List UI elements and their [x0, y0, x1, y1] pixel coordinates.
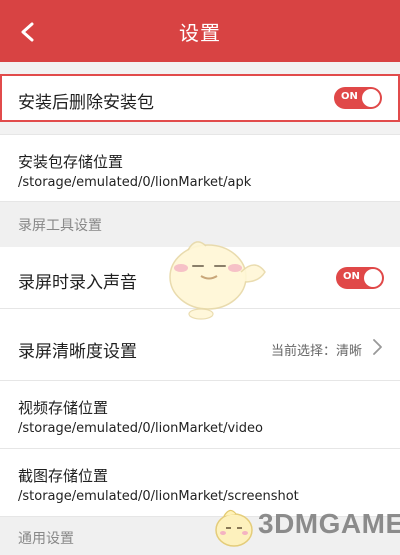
chevron-right-icon: [373, 339, 382, 355]
video-storage-path: /storage/emulated/0/lionMarket/video: [18, 421, 263, 436]
section-title: 录屏工具设置: [18, 218, 102, 234]
apk-storage-label: 安装包存储位置: [18, 153, 124, 171]
delete-after-install-toggle[interactable]: ON: [334, 87, 382, 109]
app-header: 设置: [0, 0, 400, 62]
mascot-overlay-icon: [169, 241, 266, 320]
video-storage-row[interactable]: 视频存储位置 /storage/emulated/0/lionMarket/vi…: [0, 381, 400, 449]
video-storage-label: 视频存储位置: [18, 399, 109, 417]
watermark-text: 3DMGAME: [258, 508, 400, 539]
delete-after-install-label: 安装后删除安装包: [18, 93, 154, 113]
toggle-on-text: ON: [343, 271, 360, 282]
apk-storage-row[interactable]: 安装包存储位置 /storage/emulated/0/lionMarket/a…: [0, 134, 400, 202]
apk-storage-path: /storage/emulated/0/lionMarket/apk: [18, 175, 252, 190]
record-quality-label: 录屏清晰度设置: [18, 342, 137, 362]
delete-after-install-row[interactable]: 安装后删除安装包 ON: [0, 74, 400, 122]
section-title: 通用设置: [18, 531, 74, 547]
record-quality-current: 当前选择：清晰: [270, 344, 362, 359]
record-audio-toggle[interactable]: ON: [336, 267, 384, 289]
watermark: 3DMGAME: [210, 500, 400, 555]
toggle-on-text: ON: [341, 91, 358, 102]
screenshot-storage-label: 截图存储位置: [18, 467, 109, 485]
toggle-knob: [362, 89, 380, 107]
toggle-knob: [364, 269, 382, 287]
watermark-mascot-icon: [215, 509, 253, 547]
record-audio-label: 录屏时录入声音: [18, 273, 137, 293]
page-title: 设置: [179, 20, 221, 45]
